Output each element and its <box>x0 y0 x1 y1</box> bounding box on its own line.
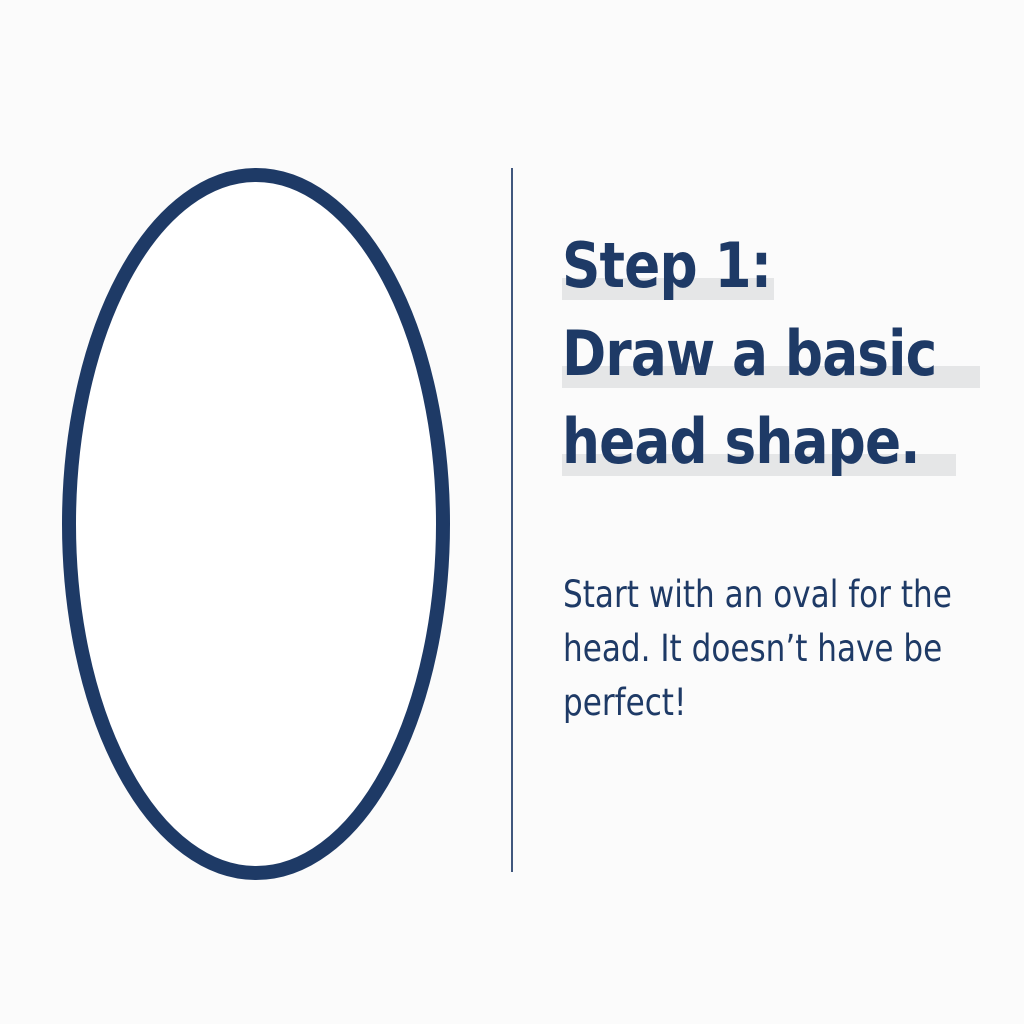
heading-text: Step 1: <box>562 229 772 302</box>
tutorial-page: Step 1: Draw a basic head shape. Start w… <box>0 0 1024 1024</box>
heading-line-2: Draw a basic <box>562 310 1002 398</box>
description-line: head. It doesn’t have be <box>563 627 943 670</box>
heading-text: head shape. <box>562 405 920 478</box>
heading-line-1: Step 1: <box>562 222 1002 310</box>
description-line: Start with an oval for the <box>563 573 952 616</box>
heading-line-3: head shape. <box>562 398 1002 486</box>
oval-icon <box>62 168 450 880</box>
step-description: Start with an oval for the head. It does… <box>563 568 983 730</box>
description-line: perfect! <box>563 681 687 724</box>
step-heading: Step 1: Draw a basic head shape. <box>562 222 1002 486</box>
vertical-divider <box>511 168 513 872</box>
heading-text: Draw a basic <box>562 317 937 390</box>
